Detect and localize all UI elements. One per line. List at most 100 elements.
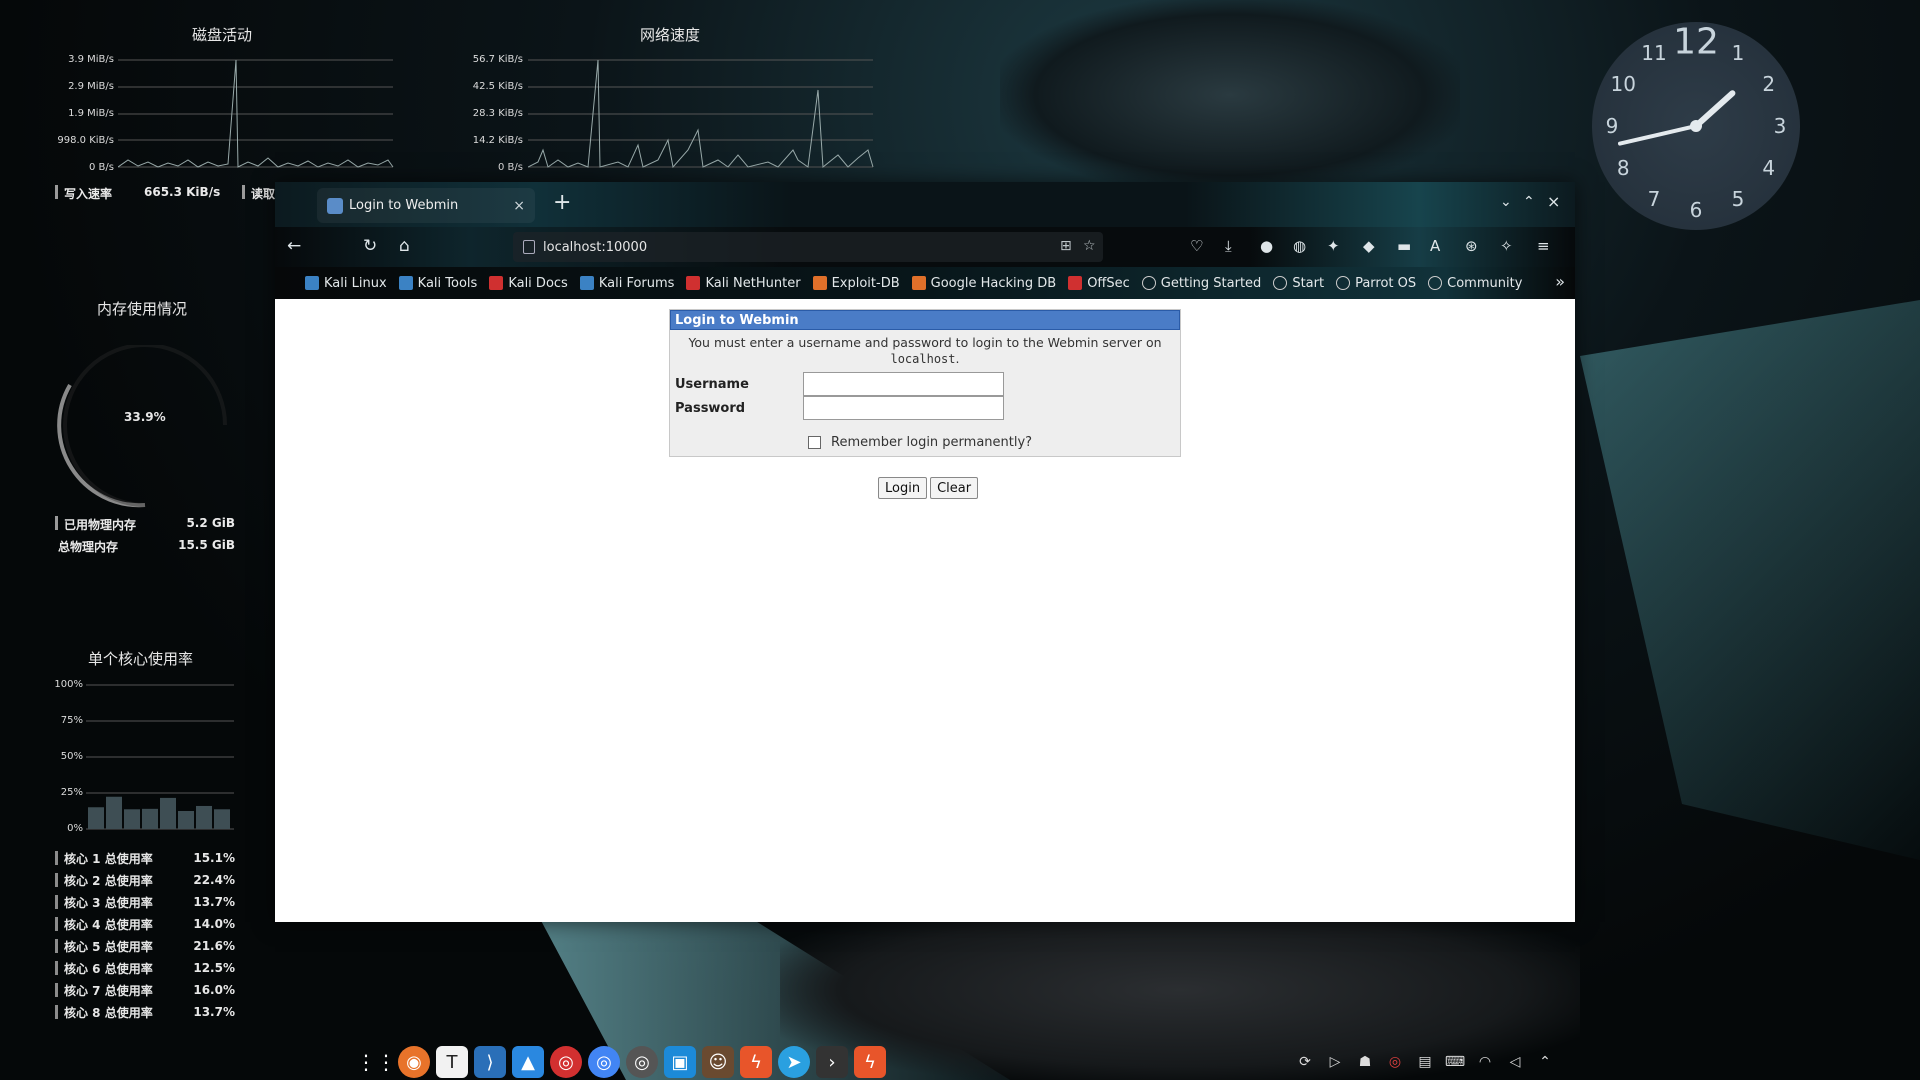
login-heading: Login to Webmin <box>670 310 1180 330</box>
extension-icon-4[interactable]: ◆ <box>1363 237 1375 255</box>
back-arrow-icon[interactable]: ← <box>287 236 301 256</box>
wallpaper-figure <box>1000 0 1460 190</box>
cpu-ylabel: 25% <box>60 787 83 798</box>
login-message: You must enter a username and password t… <box>670 335 1180 367</box>
url-bar[interactable]: localhost:10000 ⊞ ☆ <box>513 232 1103 262</box>
tray-keyboard-icon[interactable]: ⌨ <box>1445 1052 1465 1072</box>
bookmark-label: Getting Started <box>1160 275 1262 291</box>
bookmark-star-icon[interactable]: ☆ <box>1083 238 1096 254</box>
burpsuite-icon[interactable]: ϟ <box>740 1046 772 1078</box>
maximize-button[interactable]: ⌃ <box>1523 194 1535 210</box>
terminal-icon[interactable]: › <box>816 1046 848 1078</box>
extensions-puzzle-icon[interactable]: ✧ <box>1500 237 1513 255</box>
reload-icon[interactable]: ↻ <box>363 236 377 256</box>
burpsuite-pro-icon[interactable]: ϟ <box>854 1046 886 1078</box>
cpu-ylabel: 100% <box>54 679 83 690</box>
cpu-core-label: 核心 5 总使用率 <box>55 938 153 955</box>
network-speed-chart <box>528 59 874 169</box>
tray-clipboard-icon[interactable]: ▤ <box>1415 1052 1435 1072</box>
image-viewer-icon[interactable]: ▲ <box>512 1046 544 1078</box>
bookmark-item[interactable]: Kali Forums <box>579 276 674 291</box>
bookmark-item[interactable]: OffSec <box>1068 276 1130 291</box>
cpu-ylabel: 0% <box>67 823 83 834</box>
disk-widget-title: 磁盘活动 <box>192 26 253 44</box>
bookmark-item[interactable]: Kali Linux <box>305 276 387 291</box>
bookmark-item[interactable]: Google Hacking DB <box>911 276 1056 291</box>
login-message-host: localhost <box>890 352 956 366</box>
clear-button[interactable]: Clear <box>930 477 979 499</box>
tray-wifi-icon[interactable]: ◠ <box>1475 1052 1495 1072</box>
translate-extension-icon[interactable]: A <box>1430 237 1440 255</box>
tray-cat-icon[interactable]: ☗ <box>1355 1052 1375 1072</box>
username-input[interactable] <box>803 372 1004 396</box>
remember-checkbox[interactable] <box>808 436 821 449</box>
minimize-button[interactable]: ⌄ <box>1500 194 1512 210</box>
bookmark-item[interactable]: Start <box>1273 276 1324 291</box>
bookmarks-overflow-icon[interactable]: » <box>1555 272 1565 291</box>
cpu-core-row: 核心 4 总使用率 14.0% <box>55 913 235 935</box>
cpu-core-bar <box>196 805 212 829</box>
home-icon[interactable]: ⌂ <box>399 236 410 256</box>
login-buttons: Login Clear <box>878 477 979 499</box>
cpu-core-bar <box>214 809 230 829</box>
bookmark-icon <box>812 276 827 290</box>
tab-close-icon[interactable]: × <box>513 198 525 214</box>
tray-update-icon[interactable]: ⟳ <box>1295 1052 1315 1072</box>
bookmark-icon <box>489 276 504 290</box>
bookmark-item[interactable]: Kali Docs <box>489 276 568 291</box>
bookmark-icon <box>911 276 926 290</box>
cpu-core-bar <box>178 811 194 829</box>
tray-media-icon[interactable]: ▷ <box>1325 1052 1345 1072</box>
close-window-button[interactable]: × <box>1547 192 1560 211</box>
cpu-core-label: 核心 2 总使用率 <box>55 872 153 889</box>
typora-icon[interactable]: T <box>436 1046 468 1078</box>
extension-icon-2[interactable]: ◍ <box>1293 237 1306 255</box>
weibo-icon[interactable]: ◎ <box>550 1046 582 1078</box>
bookmark-item[interactable]: Kali Tools <box>398 276 477 291</box>
taskbar-dock: ⋮⋮ ◉ T ⟩ ▲ ◎ ◎ ◎ ▣ ☺ ϟ ➤ › ϟ <box>356 1046 886 1078</box>
disk-activity-chart <box>118 59 394 168</box>
pocket-icon[interactable]: ♡ <box>1190 237 1203 255</box>
virtualbox-icon[interactable]: ▣ <box>664 1046 696 1078</box>
bookmark-item[interactable]: Exploit-DB <box>812 276 900 291</box>
bookmark-item[interactable]: Community <box>1428 276 1522 291</box>
bookmark-label: Start <box>1292 275 1325 291</box>
app-grid-icon[interactable]: ⋮⋮ <box>356 1046 396 1078</box>
tray-volume-icon[interactable]: ◁ <box>1505 1052 1525 1072</box>
cpu-core-value: 13.7% <box>193 895 235 909</box>
chromium-icon[interactable]: ◎ <box>626 1046 658 1078</box>
extension-icon-5[interactable]: ▬ <box>1397 237 1411 255</box>
chrome-icon[interactable]: ◎ <box>588 1046 620 1078</box>
remember-login-row[interactable]: Remember login permanently? <box>808 435 1032 450</box>
tab-login-webmin[interactable]: Login to Webmin × <box>317 188 535 223</box>
page-info-icon[interactable] <box>523 240 535 254</box>
new-tab-button[interactable]: + <box>553 190 571 215</box>
extension-icon-1[interactable]: ● <box>1260 237 1273 255</box>
menu-hamburger-icon[interactable]: ≡ <box>1537 237 1550 255</box>
downloads-icon[interactable]: ⤓ <box>1225 237 1232 255</box>
login-button[interactable]: Login <box>878 477 928 499</box>
cpu-core-chart <box>86 684 234 830</box>
cpu-core-label: 核心 6 总使用率 <box>55 960 153 977</box>
memory-total-label: 总物理内存 <box>58 540 119 554</box>
bookmark-item[interactable]: Kali NetHunter <box>686 276 801 291</box>
bookmark-item[interactable]: Parrot OS <box>1336 276 1416 291</box>
extension-icon-3[interactable]: ✦ <box>1327 237 1340 255</box>
clock-number: 7 <box>1647 186 1661 211</box>
cpu-core-row: 核心 1 总使用率 15.1% <box>55 847 235 869</box>
extension-icon-6[interactable]: ⊛ <box>1465 237 1478 255</box>
clock-number: 2 <box>1762 72 1776 96</box>
tab-label: Login to Webmin <box>349 198 459 213</box>
translate-icon[interactable]: ⊞ <box>1060 238 1072 254</box>
password-input[interactable] <box>803 396 1004 420</box>
firefox-icon[interactable]: ◉ <box>398 1046 430 1078</box>
telegram-icon[interactable]: ➤ <box>778 1046 810 1078</box>
tray-weibo-icon[interactable]: ◎ <box>1385 1052 1405 1072</box>
vscode-icon[interactable]: ⟩ <box>474 1046 506 1078</box>
username-label: Username <box>675 376 749 392</box>
navigation-toolbar: ← ↻ ⌂ localhost:10000 ⊞ ☆ ♡ ⤓ ● ◍ ✦ ◆ ▬ … <box>275 227 1575 267</box>
tray-expand-icon[interactable]: ⌃ <box>1535 1052 1555 1072</box>
game-icon[interactable]: ☺ <box>702 1046 734 1078</box>
memory-percent: 33.9% <box>124 410 166 424</box>
bookmark-item[interactable]: Getting Started <box>1141 275 1262 291</box>
